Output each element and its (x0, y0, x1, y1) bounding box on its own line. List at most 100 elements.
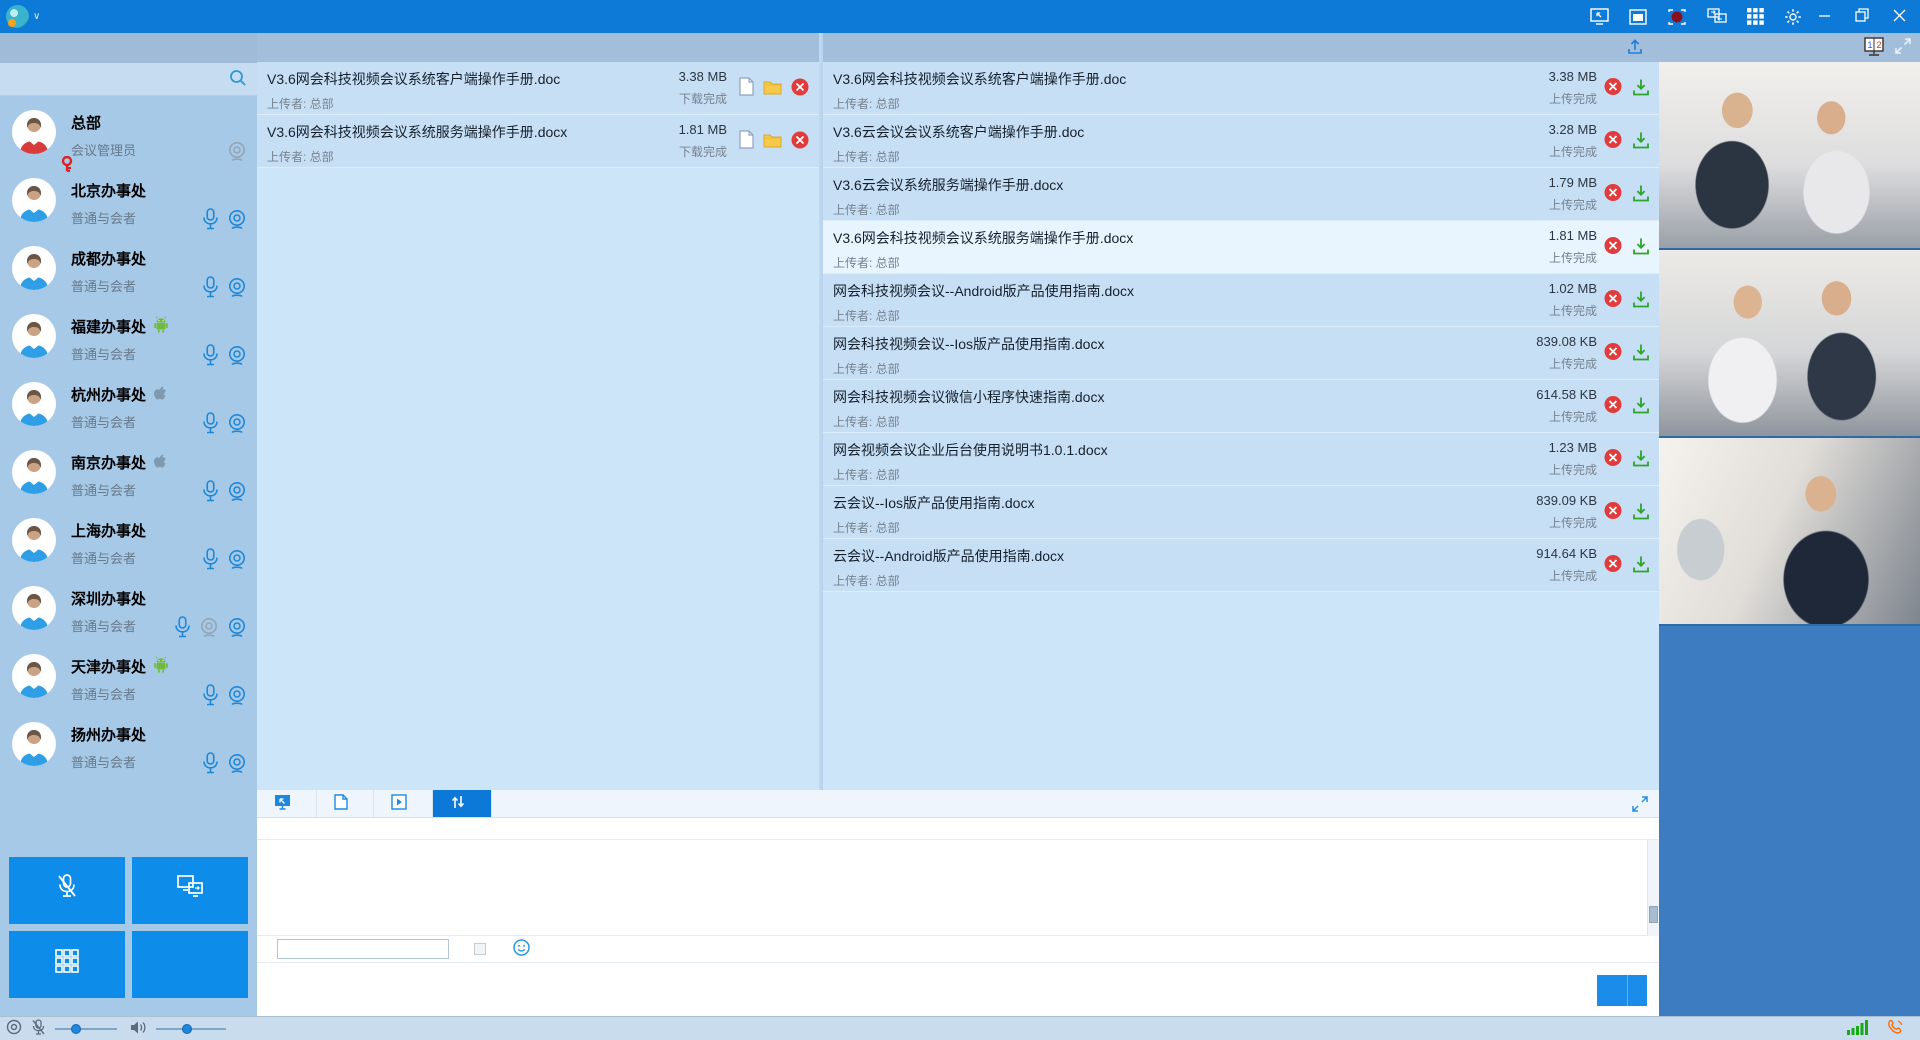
mic-muted-icon[interactable] (31, 1019, 46, 1039)
expand-panel-icon[interactable] (1631, 795, 1649, 816)
tab-media-play[interactable] (374, 790, 433, 817)
webcam-icon[interactable] (227, 277, 247, 301)
mic-volume-slider[interactable] (55, 1023, 117, 1035)
display-grid-icon[interactable] (1747, 8, 1764, 25)
webcam-icon[interactable] (227, 481, 247, 505)
participant-row[interactable]: 北京办事处 普通与会者 (0, 173, 257, 241)
audio-device-icon[interactable] (6, 1019, 22, 1038)
search-input[interactable] (10, 71, 229, 87)
upload-file-row[interactable]: 网会视频会议企业后台使用说明书1.0.1.docx 上传者: 总部 1.23 M… (823, 433, 1659, 486)
download-file-icon[interactable] (1633, 343, 1649, 363)
webcam-icon[interactable] (227, 685, 247, 709)
speaker-icon[interactable] (130, 1020, 147, 1038)
delete-file-icon[interactable] (1604, 343, 1622, 364)
more-functions-button[interactable] (132, 931, 248, 998)
webcam-icon[interactable] (227, 617, 247, 641)
webcam-icon[interactable] (227, 209, 247, 233)
upload-file-row[interactable]: V3.6云会议系统服务端操作手册.docx 上传者: 总部 1.79 MB 上传… (823, 168, 1659, 221)
maximize-button[interactable] (1855, 8, 1869, 25)
open-folder-icon[interactable] (763, 132, 782, 151)
participant-row[interactable]: 天津办事处 普通与会者 (0, 649, 257, 717)
upload-file-row[interactable]: V3.6网会科技视频会议系统服务端操作手册.docx 上传者: 总部 1.81 … (823, 221, 1659, 274)
chat-input-area[interactable] (257, 963, 1659, 1015)
microphone-icon[interactable] (202, 344, 219, 369)
participant-row[interactable]: 上海办事处 普通与会者 (0, 513, 257, 581)
whiteboard-icon[interactable] (1629, 9, 1647, 25)
download-file-row[interactable]: V3.6网会科技视频会议系统服务端操作手册.docx 上传者: 总部 1.81 … (257, 115, 819, 168)
download-file-icon[interactable] (1633, 290, 1649, 310)
download-file-icon[interactable] (1633, 78, 1649, 98)
open-file-icon[interactable] (739, 77, 754, 99)
participant-row[interactable]: 福建办事处 普通与会者 (0, 309, 257, 377)
tab-file-share[interactable] (433, 790, 492, 817)
recipient-select[interactable] (277, 939, 449, 959)
open-file-icon[interactable] (739, 130, 754, 152)
webcam-gray-icon[interactable] (199, 617, 219, 641)
microphone-icon[interactable] (174, 616, 191, 641)
microphone-icon[interactable] (202, 276, 219, 301)
stop-speaking-button[interactable] (9, 857, 125, 924)
download-file-row[interactable]: V3.6网会科技视频会议系统客户端操作手册.doc 上传者: 总部 3.38 M… (257, 62, 819, 115)
send-options-caret[interactable] (1627, 975, 1647, 1006)
participant-row[interactable]: 总部 会议管理员 (0, 105, 257, 173)
emoji-icon[interactable] (513, 939, 530, 959)
share-screen-icon[interactable] (1590, 8, 1609, 25)
chat-message-list[interactable] (257, 840, 1659, 936)
microphone-icon[interactable] (202, 752, 219, 777)
delete-file-icon[interactable] (791, 131, 809, 152)
chat-scrollbar[interactable] (1647, 840, 1659, 936)
video-fullscreen-icon[interactable] (1894, 37, 1912, 58)
participant-row[interactable]: 成都办事处 普通与会者 (0, 241, 257, 309)
delete-file-icon[interactable] (1604, 184, 1622, 205)
delete-file-icon[interactable] (1604, 131, 1622, 152)
display-mode-button[interactable] (9, 931, 125, 998)
download-file-icon[interactable] (1633, 555, 1649, 575)
record-icon[interactable] (1667, 8, 1687, 26)
upload-file-row[interactable]: 网会科技视频会议微信小程序快速指南.docx 上传者: 总部 614.58 KB… (823, 380, 1659, 433)
webcam-icon[interactable] (227, 549, 247, 573)
download-file-icon[interactable] (1633, 502, 1649, 522)
upload-file-row[interactable]: V3.6网会科技视频会议系统客户端操作手册.doc 上传者: 总部 3.38 M… (823, 62, 1659, 115)
video-thumbnail-2[interactable] (1659, 250, 1920, 438)
delete-file-icon[interactable] (1604, 502, 1622, 523)
video-thumbnail-1[interactable] (1659, 62, 1920, 250)
checkbox-icon[interactable] (474, 943, 486, 955)
upload-file-row[interactable]: 网会科技视频会议--Ios版产品使用指南.docx 上传者: 总部 839.08… (823, 327, 1659, 380)
minimize-button[interactable] (1818, 9, 1831, 25)
microphone-icon[interactable] (202, 208, 219, 233)
delete-file-icon[interactable] (1604, 555, 1622, 576)
chat-scrollbar-thumb[interactable] (1649, 906, 1658, 923)
webcam-icon[interactable] (227, 413, 247, 437)
whisper-checkbox[interactable] (474, 943, 491, 955)
download-file-icon[interactable] (1633, 449, 1649, 469)
settings-gear-icon[interactable] (1784, 8, 1802, 26)
send-button[interactable] (1597, 975, 1647, 1006)
delete-file-icon[interactable] (1604, 396, 1622, 417)
microphone-icon[interactable] (202, 412, 219, 437)
tab-desktop-share[interactable] (257, 790, 317, 817)
upload-file-row[interactable]: 云会议--Android版产品使用指南.docx 上传者: 总部 914.64 … (823, 539, 1659, 592)
delete-file-icon[interactable] (791, 78, 809, 99)
download-file-icon[interactable] (1633, 396, 1649, 416)
microphone-icon[interactable] (202, 480, 219, 505)
delete-file-icon[interactable] (1604, 237, 1622, 258)
delete-file-icon[interactable] (1604, 290, 1622, 311)
tab-whiteboard[interactable] (317, 790, 374, 817)
microphone-icon[interactable] (202, 548, 219, 573)
upload-file-row[interactable]: 网会科技视频会议--Android版产品使用指南.docx 上传者: 总部 1.… (823, 274, 1659, 327)
sync-screens-icon[interactable] (1707, 8, 1727, 25)
webcam-icon[interactable] (227, 345, 247, 369)
start-sync-button[interactable] (132, 857, 248, 924)
open-folder-icon[interactable] (763, 79, 782, 98)
close-button[interactable] (1893, 9, 1906, 25)
delete-file-icon[interactable] (1604, 449, 1622, 470)
upload-file-row[interactable]: V3.6云会议会议系统客户端操作手册.doc 上传者: 总部 3.28 MB 上… (823, 115, 1659, 168)
upload-file-link[interactable] (1628, 39, 1647, 57)
participant-row[interactable]: 南京办事处 普通与会者 (0, 445, 257, 513)
chevron-down-icon[interactable]: ∨ (33, 11, 40, 22)
webcam-gray-icon[interactable] (227, 141, 247, 165)
webcam-icon[interactable] (227, 753, 247, 777)
participant-row[interactable]: 深圳办事处 普通与会者 (0, 581, 257, 649)
delete-file-icon[interactable] (1604, 78, 1622, 99)
search-icon[interactable] (229, 69, 247, 90)
